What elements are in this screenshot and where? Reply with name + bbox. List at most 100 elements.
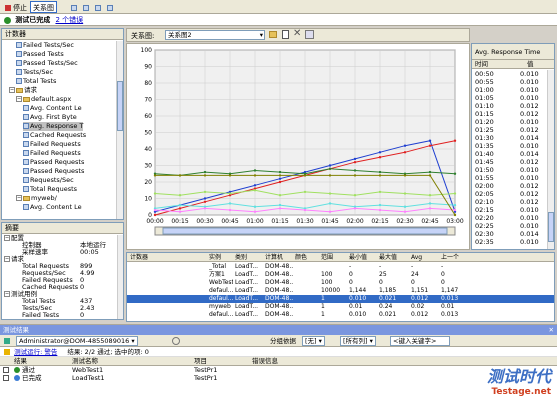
close-icon[interactable]: ✕	[549, 325, 554, 335]
filter-column-select[interactable]: [所有列] ▾	[340, 336, 376, 346]
data-point	[403, 210, 407, 213]
collapse-icon[interactable]: −	[4, 235, 10, 241]
grid-header-cell[interactable]: 计数器	[130, 253, 208, 262]
grid-row[interactable]: Failed TestsWebTest1LoadT...DOM-48...100…	[127, 279, 554, 287]
grid-row[interactable]: Avg. Response TimemywebLoadT...DOM-48...…	[127, 303, 554, 311]
result-checkbox[interactable]	[3, 375, 9, 381]
counter-label: Avg. Content Le	[30, 203, 82, 211]
graph-button[interactable]: 关系图	[30, 1, 57, 13]
results-header-cell[interactable]: 结果	[14, 357, 69, 366]
grid-cell: DOM-48...	[265, 303, 293, 310]
grid-header-cell[interactable]: Avg	[411, 253, 439, 262]
data-point	[253, 169, 257, 172]
settings-icon[interactable]	[305, 30, 314, 39]
user-select[interactable]: Administrator@DOM-4855089016 ▾	[16, 336, 138, 346]
collapse-icon[interactable]: −	[4, 256, 10, 262]
open-folder-icon[interactable]	[269, 31, 277, 38]
counter-tree-item[interactable]: Failed Tests/Sec	[16, 41, 74, 50]
grid-header-cell[interactable]: 实例	[209, 253, 233, 262]
counter-tree-item[interactable]: Tests/Sec	[16, 68, 53, 77]
counter-tree-item[interactable]: − 请求	[9, 86, 37, 95]
grid-header-cell[interactable]: 范围	[321, 253, 347, 262]
side-time: 01:20	[475, 118, 494, 126]
chart-scroll-thumb[interactable]	[162, 227, 448, 235]
side-time: 01:05	[475, 94, 494, 102]
folder-icon	[16, 87, 23, 93]
counter-tree-item[interactable]: Requests/Sec	[23, 176, 74, 185]
grid-header-cell[interactable]: 上一个	[441, 253, 481, 262]
grid-row[interactable]: Validation Rule E..._TotalLoadT...DOM-48…	[127, 263, 554, 271]
side-row: 01:50 0.010	[472, 166, 548, 174]
filter-button[interactable]	[104, 1, 117, 13]
grid-header-cell[interactable]: 计算机	[265, 253, 293, 262]
grid-header-cell[interactable]: 颜色	[295, 253, 319, 262]
counter-tree-item[interactable]: Passed Tests/Sec	[16, 59, 78, 68]
expand-icon[interactable]: −	[16, 195, 22, 201]
side-value: 0.010	[520, 142, 539, 150]
grid-header-cell[interactable]: 最小值	[349, 253, 377, 262]
results-cell: TestPr1	[194, 366, 250, 374]
grid-cell: 1,147	[441, 287, 459, 294]
grid-header-cell[interactable]: 最大值	[379, 253, 409, 262]
y-tick-label: 100	[141, 47, 153, 54]
refresh-icon[interactable]	[172, 337, 180, 345]
counter-tree-item[interactable]: Cached Requests	[23, 131, 86, 140]
side-scrollbar[interactable]	[547, 70, 554, 249]
group-by-label: 分组依据	[270, 337, 296, 345]
counter-tree-item[interactable]: Passed Tests	[16, 50, 64, 59]
test-run-warning-link[interactable]: 测试运行: 警告	[14, 348, 57, 356]
close-icon[interactable]: ✕	[293, 28, 301, 39]
counter-icon	[16, 60, 22, 66]
counter-tree-item[interactable]: − myweb/	[16, 194, 57, 203]
collapse-icon[interactable]: −	[4, 291, 10, 297]
errors-link[interactable]: 2 个错误	[55, 16, 83, 24]
graph-label: 关系图	[33, 4, 54, 12]
counter-tree-item[interactable]: Passed Requests	[23, 167, 84, 176]
group-by-select[interactable]: [无] ▾	[302, 336, 325, 346]
grid-cell: -	[349, 263, 352, 270]
result-checkbox[interactable]	[3, 367, 9, 373]
grid-row[interactable]: Avg. Page Timedefaul...LoadT...DOM-48...…	[127, 311, 554, 319]
side-time: 01:25	[475, 126, 494, 134]
results-header-cell[interactable]: 测试名称	[72, 357, 192, 366]
results-row[interactable]: 已完成 LoadTest1 TestPr1	[0, 374, 557, 382]
grid-row[interactable]: Avg. Response Timedefaul...LoadT...DOM-4…	[127, 295, 554, 303]
counter-tree-item[interactable]: − default.aspx	[16, 95, 71, 104]
side-row: 02:15 0.010	[472, 206, 548, 214]
side-row: 02:10 0.012	[472, 198, 548, 206]
results-cell-text: 已完成	[22, 374, 42, 382]
x-tick-label: 03:00	[446, 218, 463, 225]
counter-icon	[16, 69, 22, 75]
summary-scrollbar[interactable]	[117, 235, 123, 319]
expand-icon[interactable]: −	[16, 96, 22, 102]
results-header-cell[interactable]: 项目	[194, 357, 250, 366]
grid-row[interactable]: User Load方案1LoadT...DOM-48...100025240	[127, 271, 554, 279]
run-icon[interactable]	[4, 338, 10, 344]
counter-tree-item[interactable]: Avg. Content Le	[23, 203, 82, 212]
grid-cell: 100	[321, 271, 333, 278]
copy-icon[interactable]	[282, 30, 289, 39]
counter-tree-item[interactable]: Total Tests	[16, 77, 56, 86]
grid-row[interactable]: Avg. Content Lengthdefaul...LoadT...DOM-…	[127, 287, 554, 295]
counter-tree-item[interactable]: Avg. First Byte	[23, 113, 77, 122]
counter-tree-item[interactable]: Failed Requests	[23, 149, 81, 158]
counters-scrollbar[interactable]	[116, 41, 123, 219]
grid-cell: LoadT...	[235, 263, 259, 270]
counter-tree-item[interactable]: Failed Requests	[23, 140, 81, 149]
expand-icon[interactable]: −	[9, 87, 15, 93]
counter-tree-item[interactable]: Passed Requests	[23, 158, 84, 167]
counter-tree-item[interactable]: Avg. Response T	[23, 122, 84, 131]
stop-button[interactable]: 停止	[2, 1, 30, 13]
side-row: 01:05 0.010	[472, 94, 548, 102]
results-cell-text: WebTest1	[72, 366, 104, 374]
counter-tree-item[interactable]: Avg. Content Le	[23, 104, 82, 113]
counter-tree-item[interactable]: Total Requests	[23, 185, 77, 194]
grid-header-cell[interactable]: 类别	[235, 253, 262, 262]
results-row[interactable]: 通过 WebTest1 TestPr1	[0, 366, 557, 374]
results-header-cell[interactable]: 错误信息	[252, 357, 372, 366]
side-time: 00:50	[475, 70, 494, 78]
side-value: 0.010	[520, 118, 539, 126]
data-point	[153, 208, 157, 212]
filter-keyword-input[interactable]: <键入关键字>	[390, 336, 450, 346]
graph-select[interactable]: 关系图2 ▾	[165, 30, 265, 40]
